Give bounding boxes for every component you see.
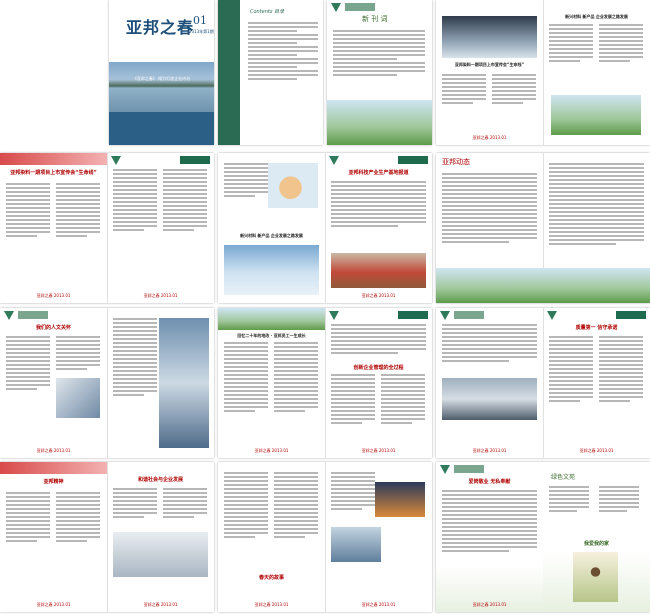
page-header <box>4 311 103 321</box>
section-tag <box>345 3 375 11</box>
spread-preface: 新 刊 词 <box>327 0 432 145</box>
company-logo-icon <box>440 311 450 320</box>
section-tag <box>454 311 484 319</box>
airport-tower-image <box>442 16 537 58</box>
page-footer: 亚邦之春 2013.01 <box>472 135 507 140</box>
spread-news-1: 亚邦染料一期项目上市宣传会“生命线” 亚邦之春 2013.01 新兴材料 新产品… <box>436 0 650 145</box>
factory-photo <box>331 253 426 288</box>
city-night-image <box>375 482 425 517</box>
cover-page: 亚邦之春 01 2013年第1期 《亚邦之春》 倾力打造企业内刊 江苏亚邦染料股… <box>109 0 214 145</box>
spread-cover: 亚邦之春 01 2013年第1期 《亚邦之春》 倾力打造企业内刊 江苏亚邦染料股… <box>109 0 214 145</box>
toc-title: Contents 目录 <box>250 9 285 15</box>
landscape-footer-image <box>543 268 650 303</box>
page-header <box>440 311 539 321</box>
page-footer: 亚邦之春 2013.01 <box>361 448 396 453</box>
grass-field-image <box>327 100 432 145</box>
article-headline: 我爱我的家 <box>583 541 609 547</box>
page-footer: 亚邦之春 2013.01 <box>254 448 289 453</box>
preface-title: 新 刊 词 <box>362 15 388 23</box>
article-headline: 亚邦科技产业生产基地报道 <box>348 170 409 176</box>
article-headline: 创新企业管理的全过程 <box>353 365 404 371</box>
company-logo-icon <box>4 311 14 320</box>
page-footer: 亚邦之春 2013.01 <box>361 293 396 298</box>
page-footer: 亚邦之春 2013.01 <box>361 602 396 607</box>
page-header <box>329 311 428 321</box>
news-title: 亚邦动态 <box>442 158 470 166</box>
page-footer: 亚邦之春 2013.01 <box>36 448 71 453</box>
people-image <box>331 527 381 562</box>
page-header <box>331 3 428 13</box>
airplane-landscape-image <box>442 378 537 420</box>
article-headline: 爱岗敬业 无私奉献 <box>468 479 511 485</box>
company-logo-icon <box>331 3 341 12</box>
spread-article-7: 亚邦精神 亚邦之春 2013.01 和谐社会与企业发展 亚邦之春 2013.01 <box>0 462 214 612</box>
page-footer: 亚邦之春 2013.01 <box>472 602 507 607</box>
article-headline: 和谐社会与企业发展 <box>137 477 183 483</box>
section-tag <box>180 156 210 164</box>
article-headline: 质量第一 信守承诺 <box>575 325 618 331</box>
thumbs-up-image <box>268 163 318 208</box>
page-footer: 亚邦之春 2013.01 <box>472 448 507 453</box>
page-footer: 亚邦之春 2013.01 <box>254 602 289 607</box>
spread-toc: Contents 目录 <box>218 0 323 145</box>
cover-landscape-image <box>109 62 214 112</box>
cover-slogan: 《亚邦之春》 倾力打造企业内刊 <box>132 76 191 81</box>
windmill-image <box>573 552 618 602</box>
toc-right-page: Contents 目录 <box>240 0 323 145</box>
company-logo-icon <box>547 311 557 320</box>
issue-subtitle: 2013年第1期 <box>189 29 214 34</box>
company-logo-icon <box>329 156 339 165</box>
header-band <box>0 462 107 474</box>
section-tag <box>398 311 428 319</box>
article-headline: 我们的人文关怀 <box>35 325 71 331</box>
cover-bottom-band <box>109 112 214 145</box>
spread-article-3: 新兴材料 新产品 企业发展之路发展 亚邦科技产业生产基地报道 亚邦之春 2013… <box>218 153 432 303</box>
company-logo-icon <box>329 311 339 320</box>
page-footer: 亚邦之春 2013.01 <box>143 602 178 607</box>
header-nature-image <box>218 308 325 330</box>
chess-image <box>113 532 208 577</box>
business-image <box>56 378 100 418</box>
skyscraper-image <box>159 318 209 448</box>
section-tag <box>616 311 646 319</box>
article-headline: 新兴材料 新产品 企业发展之路发展 <box>565 14 628 19</box>
header-band <box>0 153 107 165</box>
page-footer: 亚邦之春 2013.01 <box>143 293 178 298</box>
page-header <box>329 156 428 166</box>
spread-article-4: 我们的人文关怀 亚邦之春 2013.01 <box>0 308 214 458</box>
spread-article-2: 亚邦染料一期项目上市宣传会“生命线” 亚邦之春 2013.01 亚邦之春 201… <box>0 153 214 303</box>
company-logo-icon <box>111 156 121 165</box>
company-logo-icon <box>440 465 450 474</box>
article-headline: 亚邦染料一期项目上市宣传会“生命线” <box>10 170 97 176</box>
spread-news-2: 亚邦动态 <box>436 153 650 303</box>
arrow-meadow-image <box>551 95 641 135</box>
page-header <box>440 465 539 475</box>
article-headline: 回忆二十年的地改 · 亚邦员工一生成长 <box>237 333 306 338</box>
spread-literature: 爱岗敬业 无私奉献 亚邦之春 2013.01 绿色文苑 我爱我的家 <box>436 462 650 612</box>
article-headline: 亚邦精神 <box>43 479 64 485</box>
page-footer: 亚邦之春 2013.01 <box>579 448 614 453</box>
page-footer: 亚邦之春 2013.01 <box>36 602 71 607</box>
spread-article-5: 回忆二十年的地改 · 亚邦员工一生成长 亚邦之春 2013.01 创新企业管理的… <box>218 308 432 458</box>
article-headline: 春天的故事 <box>258 575 284 581</box>
issue-number: 01 <box>193 14 207 27</box>
airplane-clouds-image <box>224 245 319 295</box>
toc-list <box>248 22 318 82</box>
page-footer: 亚邦之春 2013.01 <box>36 293 71 298</box>
spread-article-8: 春天的故事 亚邦之春 2013.01 亚邦之春 2013.01 <box>218 462 432 612</box>
toc-left-page <box>218 0 240 145</box>
article-headline: 新兴材料 新产品 企业发展之路发展 <box>240 233 303 238</box>
page-header <box>111 156 210 166</box>
spread-article-6: 亚邦之春 2013.01 质量第一 信守承诺 亚邦之春 2013.01 <box>436 308 650 458</box>
literature-title: 绿色文苑 <box>551 474 576 481</box>
section-tag <box>398 156 428 164</box>
section-tag <box>18 311 48 319</box>
page-header <box>547 311 646 321</box>
cover-title: 亚邦之春 <box>126 18 195 37</box>
article-headline: 亚邦染料一期项目上市宣传会“生命线” <box>454 62 525 67</box>
landscape-footer-image <box>436 268 543 303</box>
section-tag <box>454 465 484 473</box>
